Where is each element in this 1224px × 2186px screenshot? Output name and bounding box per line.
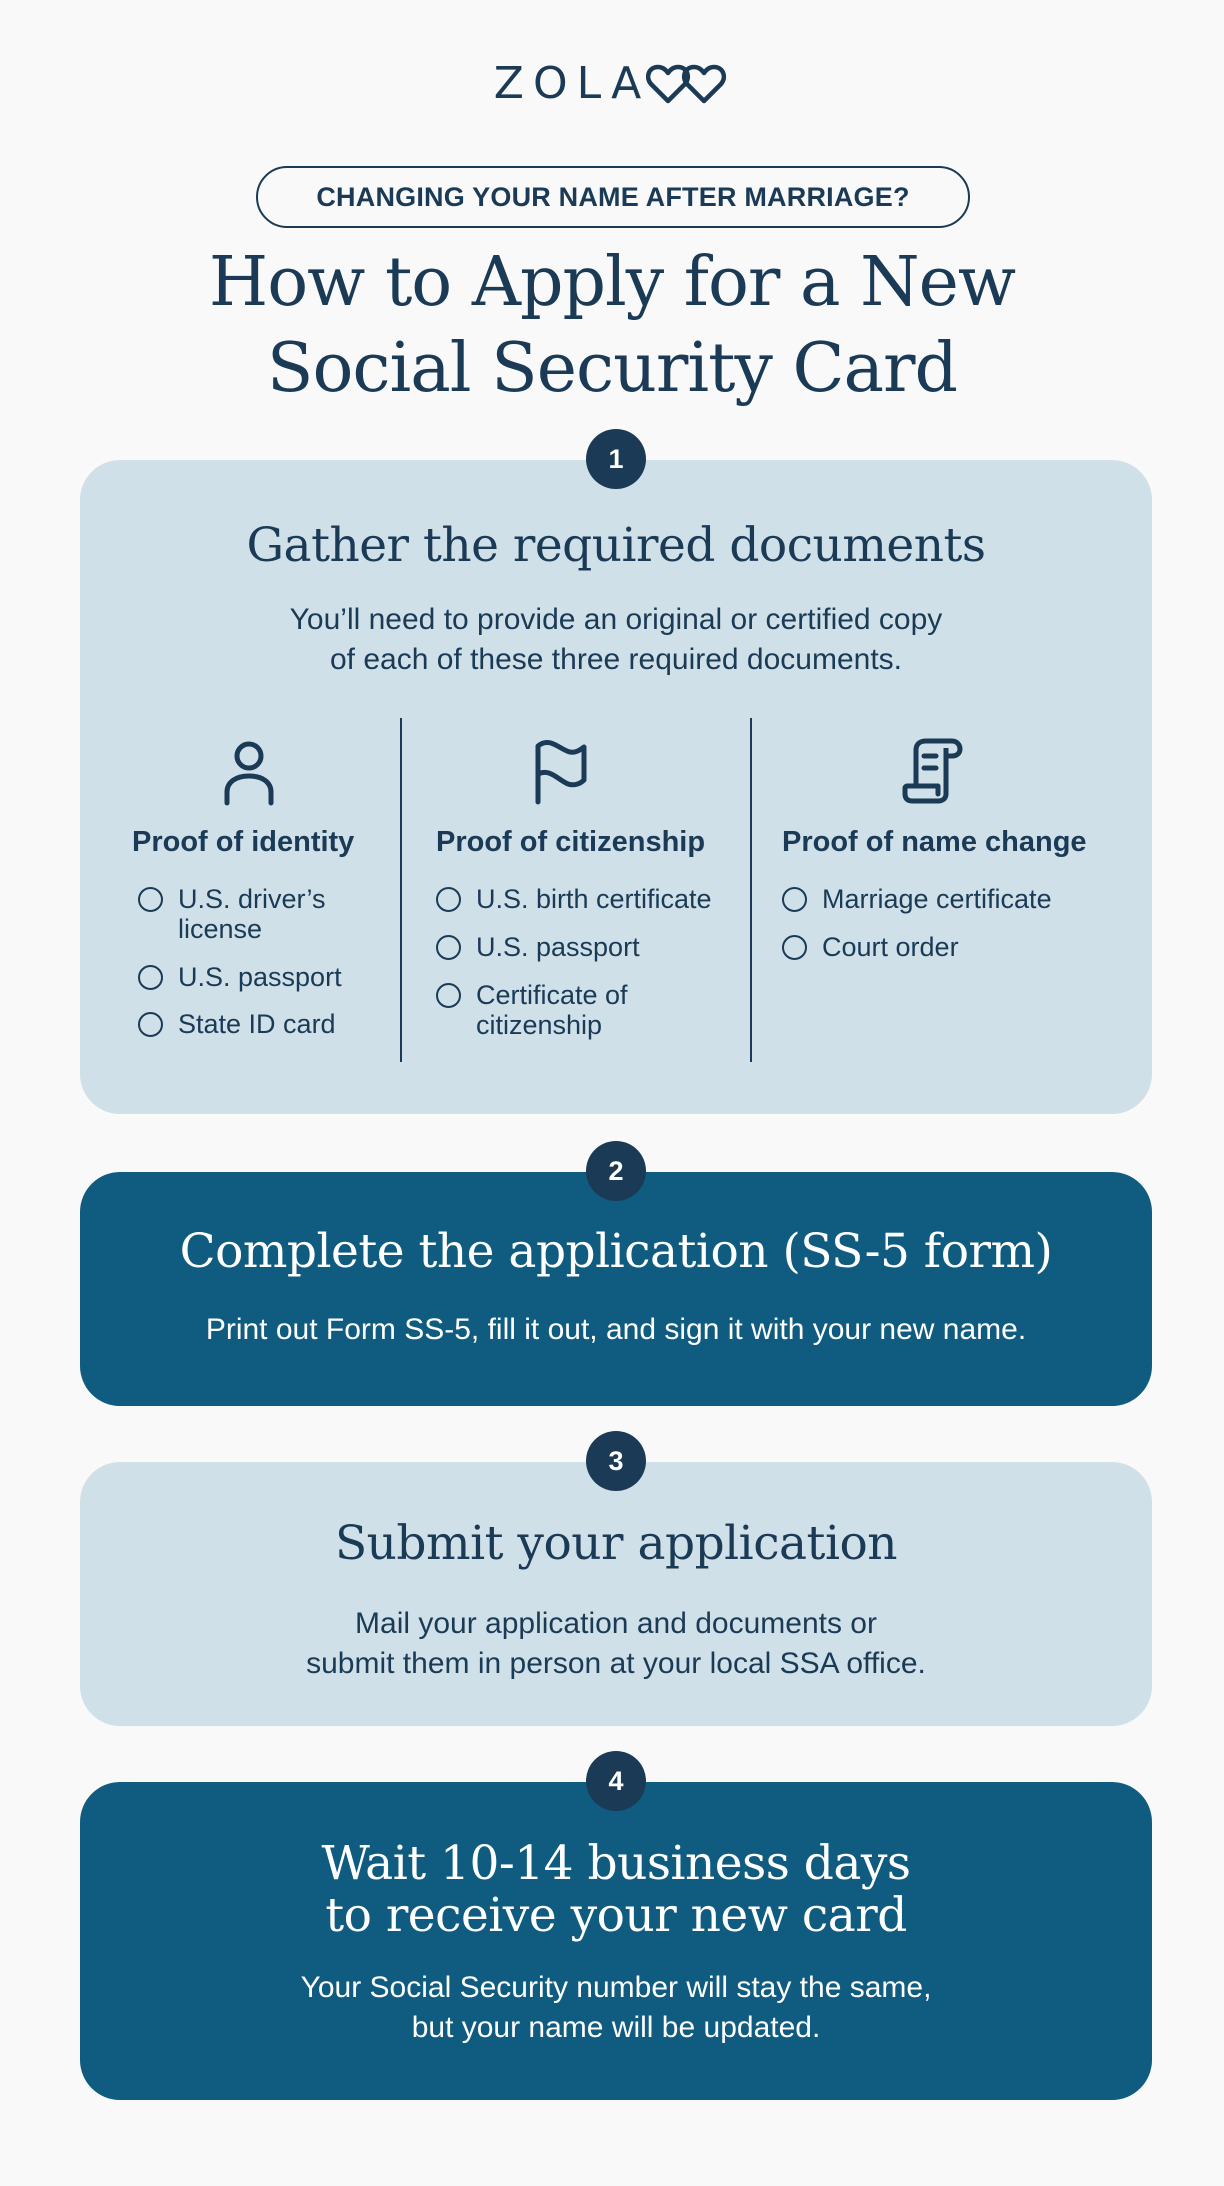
radio-circle-icon	[138, 1012, 163, 1037]
radio-circle-icon	[436, 983, 461, 1008]
step-description: Your Social Security number will stay th…	[80, 1968, 1152, 2048]
step-1-card: 1 Gather the required documents You’ll n…	[80, 429, 1152, 1114]
step-description: You’ll need to provide an original or ce…	[80, 600, 1152, 680]
document-option-label: Court order	[822, 932, 959, 962]
radio-circle-icon	[436, 887, 461, 912]
document-option-label: U.S. birth certificate	[476, 884, 712, 914]
step-title: Submit your application	[334, 1516, 898, 1571]
radio-circle-icon	[436, 935, 461, 960]
column-divider	[400, 718, 402, 1062]
page-title-line-1: How to Apply for a New	[208, 243, 1016, 322]
step-description-line-2: of each of these three required document…	[329, 643, 903, 676]
zola-logo: ZOLA	[0, 62, 1224, 106]
document-column-title: Proof of name change	[782, 826, 1087, 858]
document-option-label: U.S. driver’s license	[178, 884, 326, 944]
step-2-card: 2 Complete the application (SS-5 form) P…	[80, 1141, 1152, 1406]
person-icon	[224, 741, 274, 806]
step-4-card: 4 Wait 10-14 business days to receive yo…	[80, 1751, 1152, 2100]
step-number-badge: 1	[586, 429, 646, 489]
document-option-label: Certificate of citizenship	[476, 980, 628, 1040]
flag-icon	[535, 739, 587, 805]
step-number-badge: 3	[586, 1431, 646, 1491]
radio-circle-icon	[782, 887, 807, 912]
step-description-line-2: but your name will be updated.	[411, 2011, 821, 2044]
step-description-line-1: You’ll need to provide an original or ce…	[289, 603, 943, 636]
step-title: Complete the application (SS-5 form)	[179, 1224, 1053, 1279]
page-title: How to Apply for a New Social Security C…	[0, 240, 1224, 412]
step-title-line-1: Wait 10-14 business days	[321, 1836, 911, 1891]
page-title-line-2: Social Security Card	[266, 329, 958, 408]
step-number-badge: 2	[586, 1141, 646, 1201]
radio-circle-icon	[782, 935, 807, 960]
radio-circle-icon	[138, 887, 163, 912]
brand-name: ZOLA	[493, 58, 651, 109]
eyebrow-text: CHANGING YOUR NAME AFTER MARRIAGE?	[316, 181, 910, 212]
step-description-line-1: Mail your application and documents or	[355, 1607, 877, 1640]
eyebrow-pill: CHANGING YOUR NAME AFTER MARRIAGE?	[256, 166, 970, 228]
radio-circle-icon	[138, 965, 163, 990]
step-title-line-2: to receive your new card	[325, 1888, 907, 1943]
document-option-label: U.S. passport	[178, 962, 342, 992]
step-3-card: 3 Submit your application Mail your appl…	[80, 1431, 1152, 1726]
step-description: Mail your application and documents or s…	[80, 1604, 1152, 1684]
document-option-label: U.S. passport	[476, 932, 640, 962]
scroll-document-icon	[902, 738, 963, 804]
step-description-line-1: Your Social Security number will stay th…	[300, 1971, 932, 2004]
interlocked-hearts-icon	[646, 64, 727, 104]
step-number-badge: 4	[586, 1751, 646, 1811]
step-title: Wait 10-14 business days to receive your…	[80, 1838, 1152, 1942]
document-column-title: Proof of citizenship	[436, 826, 706, 858]
step-description: Print out Form SS-5, fill it out, and si…	[205, 1313, 1027, 1346]
step-title: Gather the required documents	[246, 518, 986, 573]
document-column-title: Proof of identity	[132, 826, 355, 858]
document-option-label: Marriage certificate	[822, 884, 1052, 914]
column-divider	[750, 718, 752, 1062]
document-option-label: State ID card	[178, 1009, 336, 1039]
step-description-line-2: submit them in person at your local SSA …	[306, 1647, 926, 1680]
